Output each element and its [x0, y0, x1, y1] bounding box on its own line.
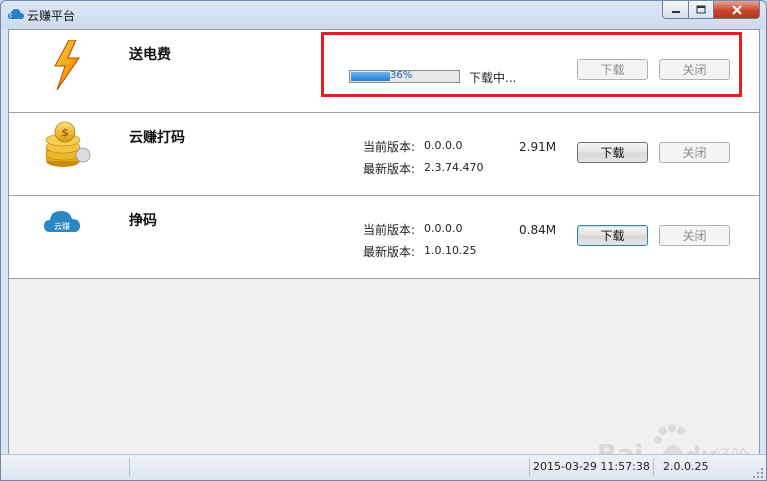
close-button[interactable]: 关闭 [659, 59, 730, 80]
app-name: 挣码 [129, 213, 157, 229]
list-item: 送电费 36% 下载中... 下载 关闭 [9, 30, 759, 113]
latest-version-label: 最新版本: [363, 245, 416, 259]
svg-text:$: $ [61, 126, 69, 139]
window-title: 云赚平台 [27, 9, 76, 23]
close-icon [731, 4, 742, 15]
lightning-bolt-icon [54, 40, 80, 90]
title-bar[interactable]: 云赚平台 [1, 1, 766, 28]
minimize-icon [671, 10, 680, 13]
progress-fill [351, 72, 391, 81]
file-size: 0.84M [519, 223, 557, 237]
status-version: 2.0.0.25 [663, 460, 709, 473]
app-name: 云赚打码 [129, 130, 185, 146]
close-window-button[interactable] [714, 1, 760, 19]
cloud-logo-text: 云赚 [54, 221, 70, 231]
download-button[interactable]: 下载 [577, 142, 648, 163]
download-progress-bar: 36% [349, 70, 460, 83]
minimize-button[interactable] [662, 1, 689, 19]
list-item: $ 云赚打码 当前版本: 0.0.0.0 最新版本: 2.3.74.470 2.… [9, 113, 759, 196]
status-divider [529, 458, 530, 476]
app-window: 云赚平台 送电费 36% 下载中... 下载 关闭 $ 云赚打码 当前版本: 0… [0, 0, 767, 481]
app-name: 送电费 [129, 47, 171, 63]
app-list: 送电费 36% 下载中... 下载 关闭 $ 云赚打码 当前版本: 0.0.0.… [8, 29, 760, 470]
latest-version-label: 最新版本: [363, 162, 416, 176]
download-status: 下载中... [469, 71, 517, 85]
status-divider [129, 458, 130, 476]
latest-version: 1.0.10.25 [424, 244, 477, 257]
current-version-label: 当前版本: [363, 223, 416, 237]
maximize-icon [696, 5, 706, 14]
coin-stack-icon: $ [45, 121, 91, 167]
current-version: 0.0.0.0 [424, 222, 463, 235]
current-version-label: 当前版本: [363, 140, 416, 154]
status-divider [653, 458, 654, 476]
current-version: 0.0.0.0 [424, 139, 463, 152]
maximize-button[interactable] [689, 1, 714, 19]
download-button[interactable]: 下载 [577, 59, 648, 80]
resize-grip-icon[interactable] [752, 467, 764, 479]
status-bar: 2015-03-29 11:57:38 2.0.0.25 [1, 454, 766, 480]
cloud-logo-icon: 云赚 [44, 211, 80, 232]
status-datetime: 2015-03-29 11:57:38 [533, 460, 650, 473]
file-size: 2.91M [519, 140, 557, 154]
cloud-app-icon [8, 9, 24, 19]
list-item: 云赚 挣码 当前版本: 0.0.0.0 最新版本: 1.0.10.25 0.84… [9, 196, 759, 279]
download-button[interactable]: 下载 [577, 225, 648, 246]
progress-percent: 36% [390, 70, 413, 81]
latest-version: 2.3.74.470 [424, 161, 484, 174]
close-button[interactable]: 关闭 [659, 142, 730, 163]
window-controls [662, 1, 760, 20]
close-button[interactable]: 关闭 [659, 225, 730, 246]
